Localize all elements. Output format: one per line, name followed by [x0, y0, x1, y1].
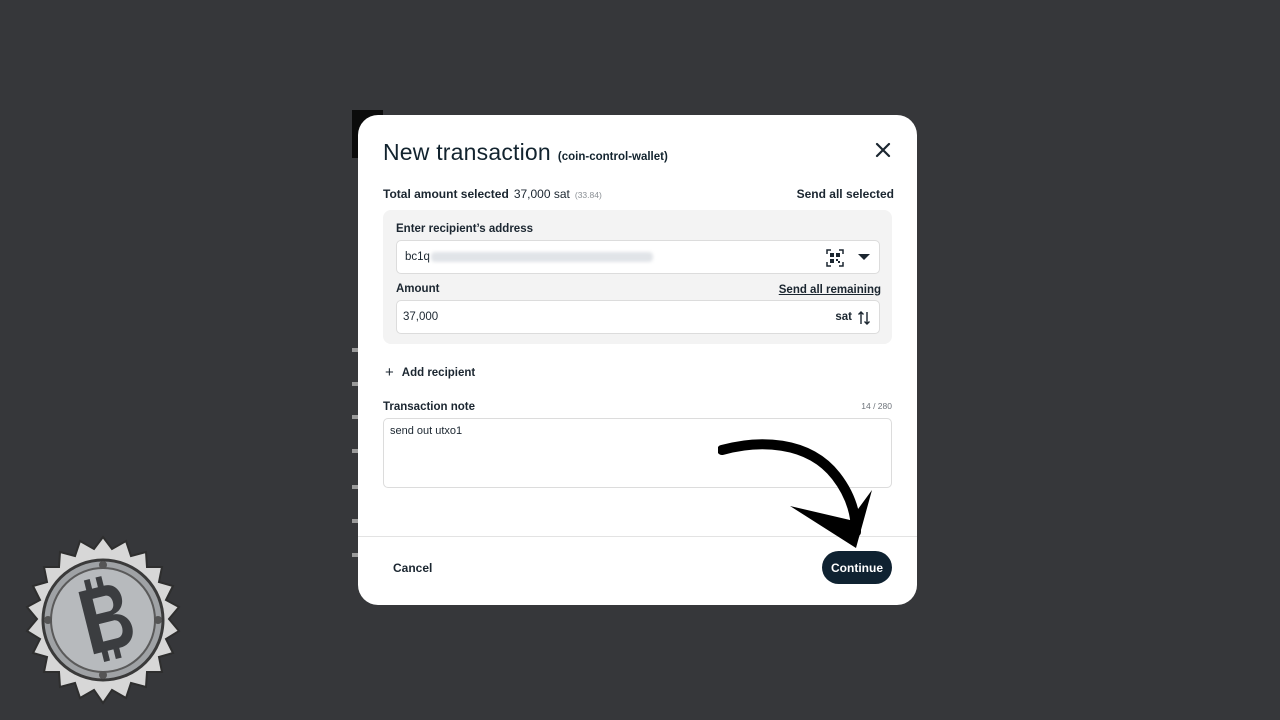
address-label: Enter recipient’s address: [396, 223, 533, 235]
total-fiat: (33.84): [574, 190, 602, 200]
recipient-section: Enter recipient’s address bc1q Amount Se…: [383, 210, 892, 344]
plus-icon: +: [385, 364, 394, 381]
recipient-address-input[interactable]: bc1q: [396, 240, 880, 274]
dialog-header: New transaction (coin-control-wallet): [383, 139, 668, 166]
swap-vertical-icon[interactable]: [858, 310, 870, 326]
qr-scan-icon[interactable]: [826, 249, 844, 267]
total-value: 37,000 sat: [513, 187, 570, 201]
continue-button[interactable]: Continue: [822, 551, 892, 584]
note-char-counter: 14 / 280: [861, 401, 892, 411]
close-icon[interactable]: [872, 139, 894, 161]
total-label: Total amount selected: [383, 187, 509, 201]
send-all-remaining-button[interactable]: Send all remaining: [779, 284, 881, 296]
unit-label: sat: [835, 311, 852, 323]
address-prefix: bc1q: [405, 251, 430, 263]
chevron-down-icon[interactable]: [858, 254, 870, 260]
curved-arrow-icon: [718, 439, 872, 548]
amount-value: 37,000: [403, 311, 439, 323]
wallet-name: (coin-control-wallet): [557, 151, 668, 163]
total-amount-selected: Total amount selected 37,000 sat (33.84): [383, 187, 602, 201]
note-value: send out utxo1: [390, 425, 463, 437]
dialog-title: New transaction: [383, 139, 551, 165]
amount-label: Amount: [396, 283, 440, 295]
cancel-button[interactable]: Cancel: [393, 561, 432, 575]
amount-input[interactable]: 37,000 sat: [396, 300, 880, 334]
send-all-selected-button[interactable]: Send all selected: [797, 187, 894, 201]
transaction-note-label: Transaction note: [383, 401, 476, 413]
address-redacted: [431, 252, 653, 262]
bitcoin-seal-logo: [25, 535, 181, 705]
add-recipient-label: Add recipient: [401, 366, 476, 379]
add-recipient-button[interactable]: + Add recipient: [385, 365, 475, 380]
